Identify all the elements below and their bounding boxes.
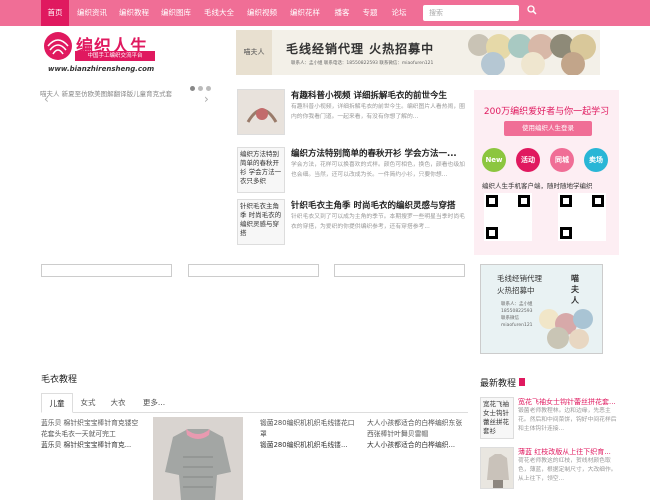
tab-children[interactable]: 儿童 bbox=[41, 393, 73, 413]
logo-url: www.bianzhirensheng.com bbox=[48, 65, 155, 73]
product-image-alt[interactable]: 蓝乐贝 棉针织宝宝棒针育克镂空花套头毛衣一天就可完工 bbox=[41, 418, 141, 440]
nav-item-home[interactable]: 首页 bbox=[41, 0, 69, 26]
tutorial-tabs: 儿童 女式 大衣 更多... bbox=[41, 393, 468, 413]
yarn-ball-icon bbox=[481, 52, 505, 75]
nav-item-video[interactable]: 编织视频 bbox=[244, 0, 280, 26]
slider-dot[interactable] bbox=[206, 86, 211, 91]
nav-item-gallery[interactable]: 编织图库 bbox=[158, 0, 194, 26]
ad-contact: 联系人：孟小姐 18550822593 联系微信 miaofuren121 bbox=[501, 302, 533, 328]
nav-item-patterns[interactable]: 编织花样 bbox=[287, 0, 323, 26]
yarn-ball-icon bbox=[573, 309, 593, 329]
slider-dot[interactable] bbox=[190, 86, 195, 91]
latest-item[interactable]: 薄蓝 红枝改版从上往下织育... 荷花老师教这的红枝，贺线材颜色取色，薄蓝，根据… bbox=[480, 447, 620, 493]
news-title[interactable]: 针织毛衣主角季 时尚毛衣的编织灵感与穿搭 bbox=[291, 199, 467, 211]
logo-subtitle: 中国手工编织交流平台 bbox=[75, 51, 155, 61]
product-card[interactable]: 蓝乐贝 棉针织宝宝棒针育克镂空花套头毛衣一天就可完工 蓝乐贝 棉针织宝宝棒针育克… bbox=[41, 418, 141, 451]
nav-item-yarn[interactable]: 毛线大全 bbox=[201, 0, 237, 26]
slider-dot[interactable] bbox=[198, 86, 203, 91]
banner-headline: 毛线经销代理 火热招募中 bbox=[286, 42, 435, 56]
login-button[interactable]: 使用编织人生登录 bbox=[504, 121, 592, 136]
yarn-ball-icon bbox=[561, 52, 585, 75]
news-thumbnail[interactable] bbox=[237, 89, 285, 135]
latest-title[interactable]: 宽花飞袖女士钩针蕾丝拼花套... bbox=[518, 397, 618, 407]
top-banner-ad[interactable]: 喵夫人 毛线经销代理 火热招募中 联系人：孟小姐 联系电话：1855082259… bbox=[236, 30, 600, 75]
activity-icon[interactable]: 活动 bbox=[516, 148, 540, 172]
tab-coat[interactable]: 大衣 bbox=[105, 393, 131, 413]
latest-title[interactable]: 薄蓝 红枝改版从上往下织育... bbox=[518, 447, 618, 457]
chevron-right-icon[interactable]: › bbox=[204, 92, 209, 106]
latest-desc: 荷花老师教这的红枝，贺线材颜色取色，薄蓝，根据定制尺寸，大改细作。从上往下，领空… bbox=[518, 458, 617, 482]
nav-item-news[interactable]: 编织资讯 bbox=[74, 0, 110, 26]
sweater-image[interactable] bbox=[153, 417, 243, 500]
broken-image-placeholder[interactable] bbox=[334, 264, 465, 277]
yarn-logo-icon bbox=[44, 32, 72, 60]
nav-item-tutorials[interactable]: 编织教程 bbox=[116, 0, 152, 26]
top-nav: 首页 编织资讯 编织教程 编织图库 毛线大全 编织视频 编织花样 播客 专题 论… bbox=[0, 0, 650, 26]
news-title[interactable]: 有趣科普小视频 详细拆解毛衣的前世今生 bbox=[291, 89, 467, 101]
ad-headline: 毛线经销代理 火热招募中 bbox=[497, 274, 542, 295]
news-item[interactable]: 有趣科普小视频 详细拆解毛衣的前世今生 有趣科普小视频，详细拆解毛衣的前世今生。… bbox=[237, 89, 467, 137]
book-icon bbox=[519, 378, 526, 386]
chevron-left-icon[interactable]: ‹ bbox=[44, 92, 49, 106]
yarn-ball-icon bbox=[547, 327, 569, 349]
nav-item-topics[interactable]: 专题 bbox=[358, 0, 382, 26]
ad-brand: 喵 夫 人 bbox=[571, 274, 579, 305]
market-icon[interactable]: 卖场 bbox=[584, 148, 608, 172]
yarn-ball-icon bbox=[569, 329, 589, 349]
banner-brand: 喵夫人 bbox=[236, 30, 272, 75]
news-title[interactable]: 编织方法特别简单的春秋开衫 学会方法一... bbox=[291, 147, 467, 159]
news-item[interactable]: 针织毛衣主角季 时尚毛衣的编织灵感与穿搭 针织毛衣主角季 时尚毛衣的编织灵感与穿… bbox=[237, 199, 467, 247]
broken-image-placeholder[interactable] bbox=[188, 264, 319, 277]
login-button-label: 使用编织人生登录 bbox=[522, 124, 574, 132]
search-input[interactable]: 搜索 bbox=[423, 5, 519, 21]
tab-women[interactable]: 女式 bbox=[75, 393, 101, 413]
news-thumbnail[interactable]: 针织毛衣主角季 时尚毛衣的编织灵感与穿搭 bbox=[237, 199, 285, 245]
qr-code-icon bbox=[484, 193, 532, 241]
news-item[interactable]: 编织方法特别简单的春秋开衫 学会方法一衣只多织 编织方法特别简单的春秋开衫 学会… bbox=[237, 147, 467, 195]
app-promo-panel: 200万编织爱好者与你一起学习 使用编织人生登录 New 活动 同城 卖场 编织… bbox=[474, 90, 619, 255]
news-desc: 有趣科普小视频，详细拆解毛衣的前世今生。编织图片人看热闹，圈内的你我看门道。一起… bbox=[291, 104, 465, 120]
site-logo[interactable]: 编织人生 中国手工编织交流平台 www.bianzhirensheng.com bbox=[42, 30, 157, 75]
product-title[interactable]: 锻菌280编织机机织毛线镂... bbox=[260, 440, 360, 451]
news-thumbnail[interactable]: 编织方法特别简单的春秋开衫 学会方法一衣只多织 bbox=[237, 147, 285, 193]
side-banner-ad[interactable]: 毛线经销代理 火热招募中 喵 夫 人 联系人：孟小姐 18550822593 联… bbox=[480, 264, 603, 354]
new-icon[interactable]: New bbox=[482, 148, 506, 172]
latest-desc: 锻菌老师教程林。边和边缘，先恶主花。然后和中间菜饼，钩好中间花样后和主体钩针连接… bbox=[518, 408, 617, 432]
product-card[interactable]: 大人小孩都适合的白桦编织东张西张棒针叶舞贝雷帽 大人小孩都适合的白桦编织... bbox=[367, 418, 467, 451]
nav-item-forum[interactable]: 论坛 bbox=[387, 0, 411, 26]
latest-thumbnail[interactable]: 宽花飞袖女士钩针蕾丝拼花套衫 bbox=[480, 397, 514, 439]
section-title-latest: 最新教程 bbox=[480, 376, 526, 389]
news-desc: 针织毛衣又到了可以成为主角的季节。本期搜罗一些明星当季时尚毛衣的穿搭，为爱织的你… bbox=[291, 214, 465, 230]
banner-contact: 联系人：孟小姐 联系电话：18550822593 联系微信：miaofuren1… bbox=[291, 61, 434, 66]
product-image-alt[interactable]: 大人小孩都适合的白桦编织东张西张棒针叶舞贝雷帽 bbox=[367, 418, 467, 440]
slider-dots bbox=[190, 84, 214, 93]
qr-code-icon bbox=[558, 193, 606, 241]
tab-more[interactable]: 更多... bbox=[137, 393, 171, 413]
product-title[interactable]: 蓝乐贝 棉针织宝宝棒针育克... bbox=[41, 440, 141, 451]
panel-title: 200万编织爱好者与你一起学习 bbox=[483, 107, 610, 117]
section-title-tutorials: 毛衣教程 bbox=[41, 375, 78, 385]
latest-thumbnail[interactable] bbox=[480, 447, 514, 489]
local-icon[interactable]: 同城 bbox=[550, 148, 574, 172]
product-image-alt[interactable]: 锻菌280编织机机织毛线镂花口罩 bbox=[260, 418, 360, 440]
nav-item-podcast[interactable]: 播客 bbox=[330, 0, 354, 26]
latest-item[interactable]: 宽花飞袖女士钩针蕾丝拼花套衫 宽花飞袖女士钩针蕾丝拼花套... 锻菌老师教程林。… bbox=[480, 397, 620, 443]
news-desc: 学会方法，花样可以换喜欢的式样。颜色可相色，换色，颜看也级加也会细。当然，还可以… bbox=[291, 162, 465, 178]
panel-caption: 编织人生手机客户端，随时随地学编织 bbox=[482, 182, 593, 190]
product-card[interactable]: 锻菌280编织机机织毛线镂花口罩 锻菌280编织机机织毛线镂... bbox=[260, 418, 360, 451]
yarn-ball-icon bbox=[521, 52, 545, 75]
product-title[interactable]: 大人小孩都适合的白桦编织... bbox=[367, 440, 467, 451]
broken-image-placeholder[interactable] bbox=[41, 264, 172, 277]
search-icon[interactable] bbox=[524, 5, 540, 21]
